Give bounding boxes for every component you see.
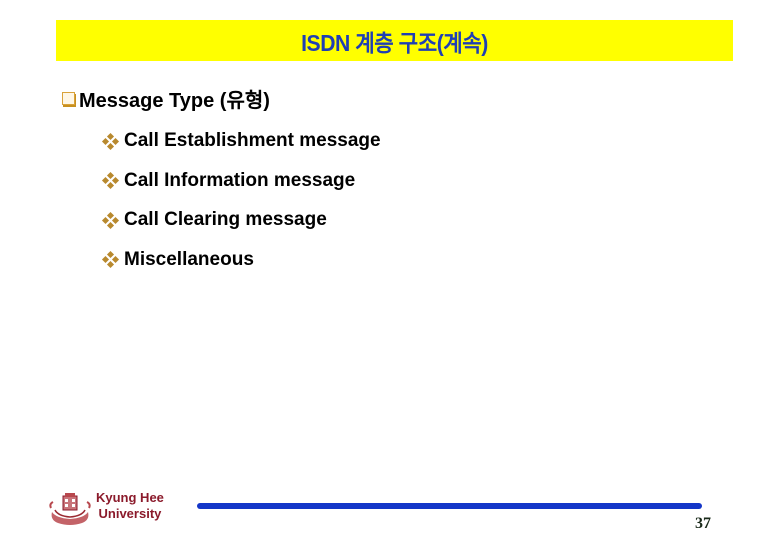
list-item-text: Miscellaneous: [124, 248, 254, 270]
main-bullet-text: Message Type (유형): [79, 90, 270, 112]
university-seal-icon: [48, 490, 92, 526]
checkbox-square-icon: [62, 92, 76, 107]
list-item: Call Clearing message: [101, 207, 381, 233]
footer-divider-bar: [197, 503, 702, 509]
university-name: Kyung Hee University: [96, 490, 164, 522]
list-item: Call Information message: [101, 168, 381, 194]
page-number: 37: [695, 515, 711, 532]
list-item-text: Call Information message: [124, 169, 356, 191]
list-item: Miscellaneous: [101, 247, 381, 273]
main-bullet: Message Type (유형): [62, 84, 270, 113]
four-diamond-icon: [101, 171, 119, 190]
slide-title: ISDN 계층 구조(계속): [301, 29, 488, 56]
four-diamond-icon: [101, 132, 119, 150]
four-diamond-icon: [101, 250, 119, 269]
university-line-1: Kyung Hee: [96, 490, 164, 505]
four-diamond-icon: [101, 211, 119, 229]
list-item-text: Call Establishment message: [124, 130, 381, 151]
list-item: Call Establishment message: [101, 128, 381, 154]
list-item-text: Call Clearing message: [124, 209, 327, 230]
university-line-2: University: [98, 506, 162, 521]
sub-bullet-list: Call Establishment message Call Informat…: [101, 128, 381, 286]
title-banner: ISDN 계층 구조(계속): [56, 20, 733, 61]
